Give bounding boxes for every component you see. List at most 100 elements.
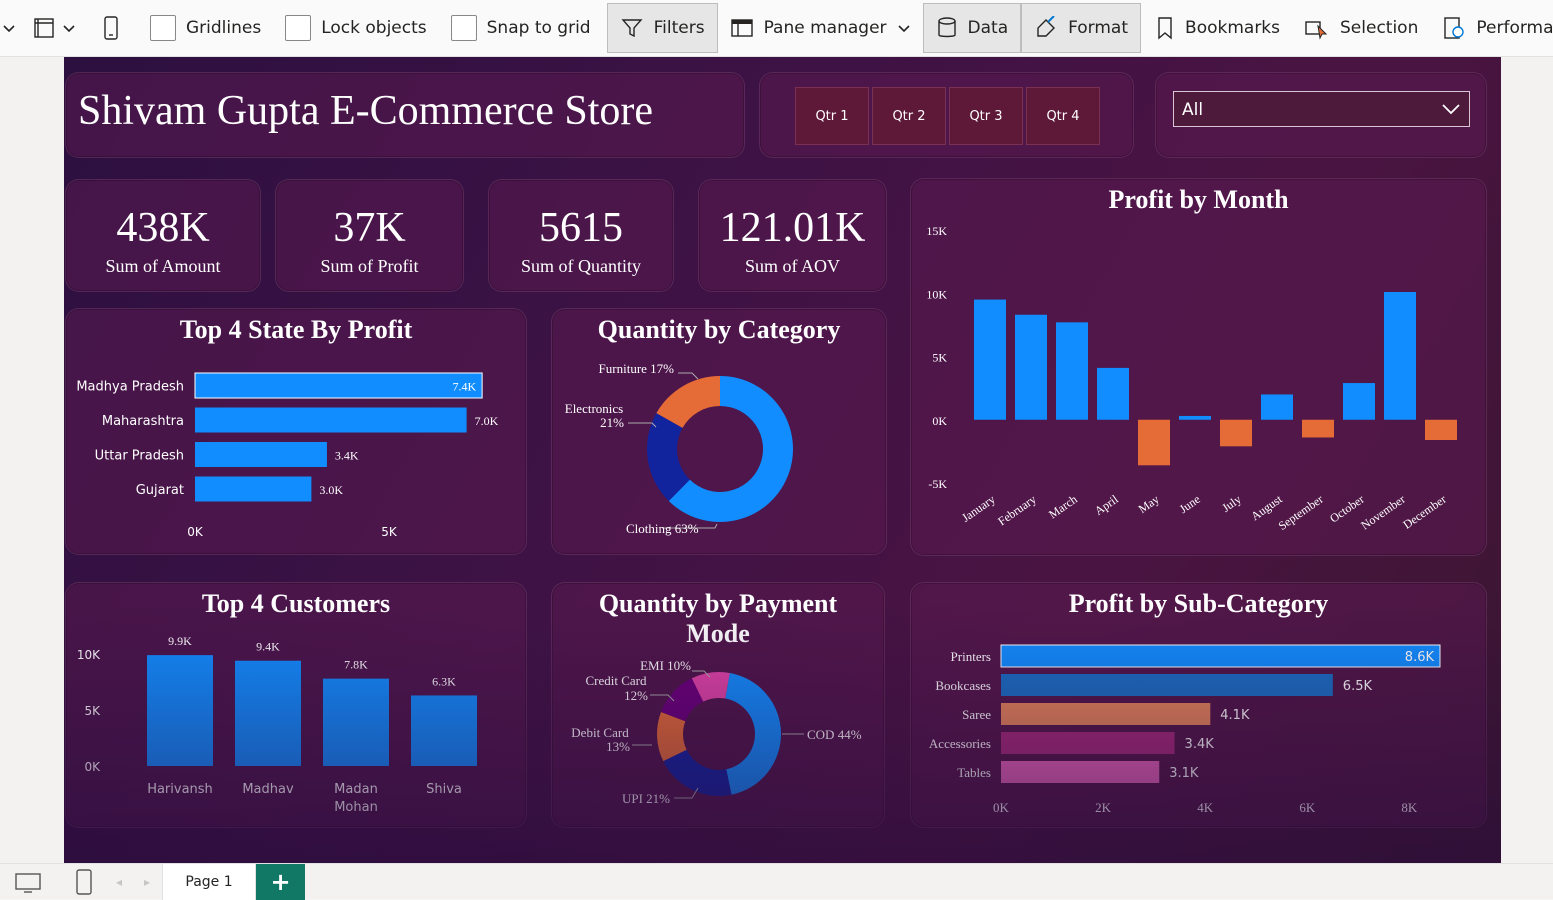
page-title: Shivam Gupta E-Commerce Store <box>78 88 654 134</box>
chevron-down-icon <box>897 25 910 33</box>
report-canvas-area: Shivam Gupta E-Commerce Store Qtr 1 Qtr … <box>0 57 1553 863</box>
gridlines-toggle[interactable]: Gridlines <box>134 0 273 56</box>
pane-manager-icon <box>730 19 753 37</box>
donut-slice <box>725 672 781 795</box>
title-card[interactable]: Shivam Gupta E-Commerce Store <box>65 72 745 158</box>
chevron-down-icon <box>63 25 75 33</box>
y-tick-label: -5K <box>928 477 947 491</box>
bar <box>235 660 301 766</box>
slice-label: EMI 10% <box>640 658 691 673</box>
bookmarks-button[interactable]: Bookmarks <box>1141 0 1292 56</box>
y-tick-label: 0K <box>84 760 101 774</box>
add-page-button[interactable]: + <box>256 864 305 900</box>
bar-category-label: Bookcases <box>935 678 991 693</box>
kpi-card-amount[interactable]: 438K Sum of Amount <box>65 179 261 292</box>
selection-button[interactable]: Selection <box>1292 0 1430 56</box>
snap-to-grid-label: Snap to grid <box>486 18 591 38</box>
snap-to-grid-toggle[interactable]: Snap to grid <box>439 0 603 56</box>
performance-icon <box>1444 17 1465 39</box>
selection-label: Selection <box>1340 18 1419 38</box>
bar <box>974 299 1006 420</box>
tab-page-1[interactable]: Page 1 <box>162 864 256 900</box>
kpi-card-quantity[interactable]: 5615 Sum of Quantity <box>488 179 674 292</box>
x-tick-label: 8K <box>1401 800 1418 815</box>
slice-label: Clothing 63% <box>626 521 699 536</box>
bar <box>411 695 477 766</box>
performance-analyzer-button[interactable]: Performanc <box>1430 0 1553 56</box>
x-tick-label: Harivansh <box>147 782 213 797</box>
scroll-right-icon[interactable]: ▸ <box>144 875 150 889</box>
x-tick-label: 6K <box>1299 800 1316 815</box>
x-tick-label: 2K <box>1095 800 1112 815</box>
bar <box>1138 419 1170 466</box>
x-tick-label: April <box>1092 492 1121 518</box>
x-tick-label: 0K <box>993 800 1010 815</box>
gridlines-checkbox[interactable] <box>150 15 176 41</box>
mobile-phone-icon <box>76 869 92 895</box>
y-tick-label: 0K <box>932 414 947 428</box>
chevron-down-icon[interactable] <box>0 0 20 56</box>
bar-category-label: Maharashtra <box>102 414 184 429</box>
qtr-4-button[interactable]: Qtr 4 <box>1026 87 1100 145</box>
lock-objects-toggle[interactable]: Lock objects <box>273 0 438 56</box>
mobile-phone-icon <box>104 16 118 40</box>
subcategory-profit-visual[interactable]: Profit by Sub-Category Printers 8.6K Bookc… <box>910 582 1487 828</box>
slice-label: Furniture 17% <box>599 361 675 376</box>
data-label: 7.0K <box>475 414 499 428</box>
desktop-layout-button[interactable] <box>14 872 42 898</box>
kpi-card-profit[interactable]: 37K Sum of Profit <box>275 179 464 292</box>
x-tick-label: Madhav <box>242 782 294 797</box>
page-view-button[interactable] <box>20 0 88 56</box>
bar <box>1302 419 1334 438</box>
mobile-layout-button[interactable] <box>88 0 134 56</box>
monitor-icon <box>15 873 41 893</box>
kpi-label: Sum of Quantity <box>521 256 641 276</box>
qtr-2-button[interactable]: Qtr 2 <box>872 87 946 145</box>
kpi-value: 37K <box>333 205 406 251</box>
dropdown-slicer-card: All <box>1155 72 1487 158</box>
data-label: 3.1K <box>1169 766 1199 781</box>
bar <box>147 655 213 766</box>
report-page: Shivam Gupta E-Commerce Store Qtr 1 Qtr … <box>64 57 1501 863</box>
bar <box>323 678 389 766</box>
scroll-left-icon[interactable]: ◂ <box>116 875 122 889</box>
qtr-1-button[interactable]: Qtr 1 <box>795 87 869 145</box>
kpi-value: 438K <box>116 205 210 251</box>
tab-label: Page 1 <box>185 874 233 890</box>
bar <box>1343 383 1375 420</box>
kpi-card-aov[interactable]: 121.01K Sum of AOV <box>698 179 887 292</box>
mobile-layout-tab-button[interactable] <box>74 869 94 899</box>
bar <box>1097 367 1129 420</box>
pane-manager-button[interactable]: Pane manager <box>718 0 923 56</box>
snap-to-grid-checkbox[interactable] <box>450 15 477 41</box>
bar-category-label: Uttar Pradesh <box>95 449 184 464</box>
selection-icon <box>1305 21 1328 40</box>
quarter-slicer[interactable]: Qtr 1 Qtr 2 Qtr 3 Qtr 4 <box>759 72 1134 158</box>
x-tick-label: January <box>959 492 998 525</box>
x-tick-label: 5K <box>381 525 398 539</box>
customers-visual[interactable]: Top 4 Customers 10K 5K 0K 9.9K Harivansh 9.4K… <box>65 582 527 828</box>
payment-mode-visual[interactable]: Quantity by Payment Mode COD 44% UPI 21% D… <box>551 582 885 828</box>
month-profit-visual[interactable]: Profit by Month 15K 10K 5K 0K -5K January Febr… <box>910 178 1487 556</box>
data-pane-button[interactable]: Data <box>922 3 1022 53</box>
state-profit-visual[interactable]: Top 4 State By Profit Madhya Pradesh 7.4K… <box>65 308 527 555</box>
bar-category-label: Saree <box>962 707 991 722</box>
filters-button[interactable]: Filters <box>606 3 718 53</box>
data-label: 9.4K <box>256 640 280 654</box>
data-label: 6.5K <box>1343 679 1373 694</box>
y-tick-label: 5K <box>932 351 947 365</box>
lock-objects-checkbox[interactable] <box>285 15 312 41</box>
gridlines-label: Gridlines <box>186 18 262 38</box>
dropdown-slicer[interactable]: All <box>1173 91 1470 127</box>
x-tick-label: September <box>1276 492 1326 533</box>
bar-category-label: Printers <box>951 649 991 664</box>
format-paintbrush-icon <box>1037 16 1056 37</box>
category-quantity-visual[interactable]: Quantity by Category Clothing 63% Electro… <box>551 308 887 555</box>
ribbon-toolbar: Gridlines Lock objects Snap to grid Filt… <box>0 0 1553 57</box>
kpi-label: Sum of Profit <box>320 256 419 276</box>
kpi-label: Sum of Amount <box>105 256 221 276</box>
x-tick-label: Mohan <box>334 800 378 815</box>
format-pane-button[interactable]: Format <box>1021 3 1142 53</box>
qtr-3-button[interactable]: Qtr 3 <box>949 87 1023 145</box>
page-tab-bar: ◂ ▸ Page 1 + <box>0 863 1553 900</box>
